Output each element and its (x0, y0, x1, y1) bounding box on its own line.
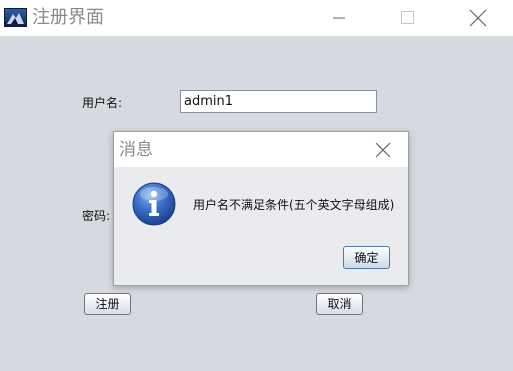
password-label: 密码: (82, 209, 111, 223)
info-icon (131, 181, 177, 227)
close-button[interactable] (455, 0, 501, 36)
cancel-button[interactable]: 取消 (316, 293, 363, 315)
dialog-title: 消息 (119, 140, 153, 160)
username-input[interactable] (180, 90, 377, 113)
window-title-bar[interactable]: 注册界面 (0, 0, 513, 36)
register-button[interactable]: 注册 (84, 293, 131, 315)
maximize-button[interactable] (384, 0, 430, 36)
app-icon (4, 8, 27, 27)
minimize-button[interactable] (316, 0, 362, 36)
username-label: 用户名: (82, 96, 123, 110)
dialog-title-bar[interactable]: 消息 (114, 132, 408, 167)
dialog-message: 用户名不满足条件(五个英文字母组成) (193, 198, 395, 212)
window-title: 注册界面 (32, 7, 104, 28)
message-dialog: 消息 用户名不满足条件(五个英文字母组成) 确定 (113, 131, 409, 286)
dialog-close-icon[interactable] (368, 138, 398, 162)
ok-button[interactable]: 确定 (343, 246, 390, 269)
